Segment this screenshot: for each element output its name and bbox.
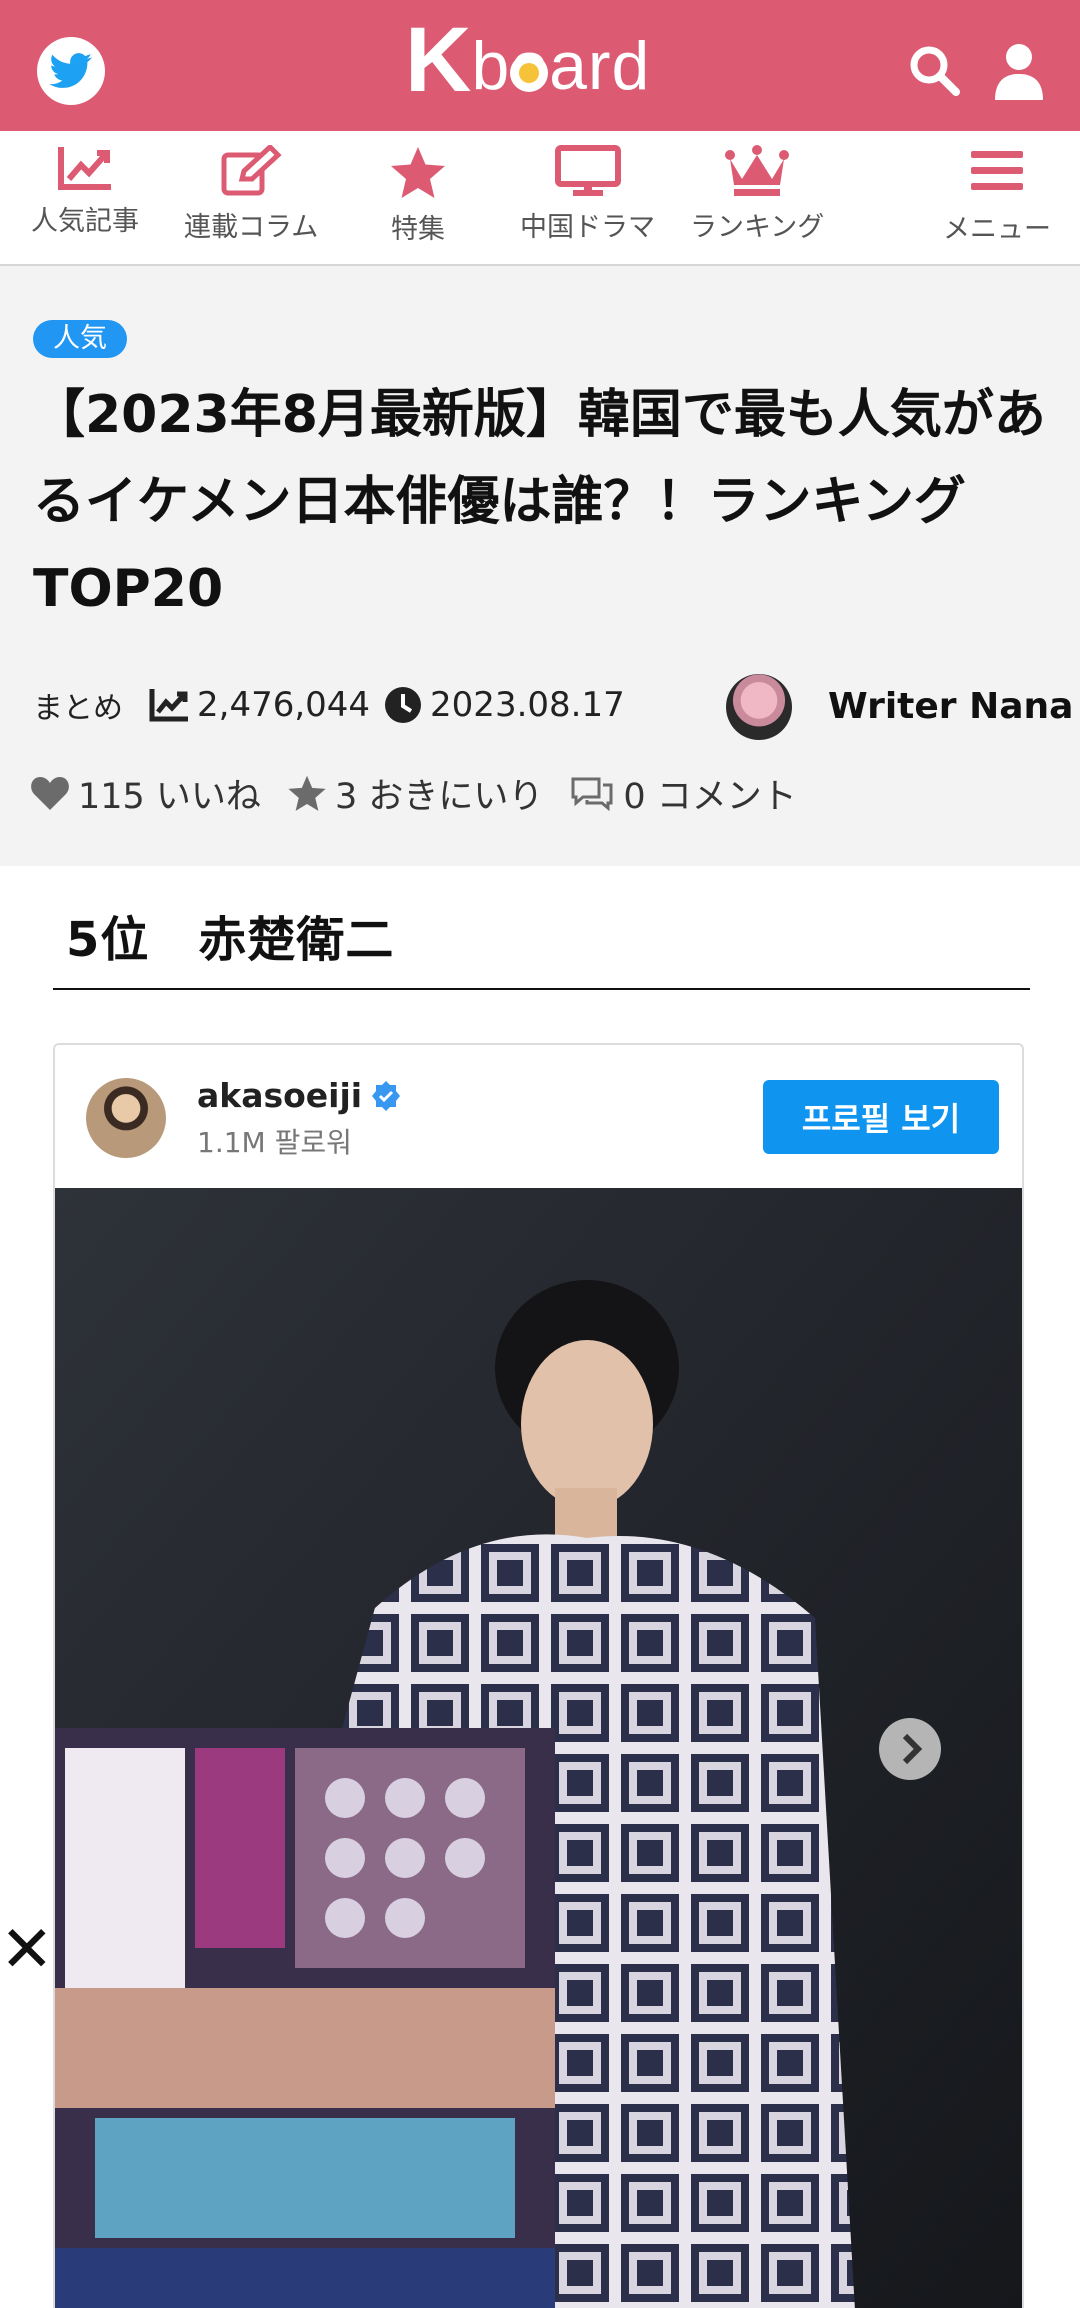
instagram-embed[interactable]: akasoeiji 1.1M 팔로워 프로필 보기 (53, 1043, 1024, 2308)
hamburger-menu-icon (971, 151, 1023, 190)
writer-name[interactable]: Writer Nana (828, 686, 1073, 727)
heading-divider (53, 988, 1030, 990)
view-count: 2,476,044 (197, 685, 371, 725)
site-header: K board (0, 0, 1080, 131)
ig-username[interactable]: akasoeiji (197, 1076, 362, 1115)
nav-item-ranking[interactable]: ランキング (690, 145, 824, 244)
search-icon[interactable] (906, 42, 962, 102)
trending-chart-icon (149, 689, 188, 722)
nav-item-features[interactable]: 特集 (389, 145, 447, 246)
close-icon[interactable]: ✕ (0, 1918, 54, 1982)
nav-item-columns[interactable]: 連載コラム (184, 145, 318, 244)
like-count: 115 いいね (78, 776, 261, 817)
article-category: まとめ (33, 691, 123, 726)
nav-label: 人気記事 (31, 206, 139, 237)
category-tag[interactable]: 人気 (33, 320, 127, 358)
nav-label: メニュー (943, 214, 1051, 245)
publish-date: 2023.08.17 (430, 685, 625, 725)
comment-button[interactable]: 0 コメント (569, 768, 797, 819)
carousel-next-button[interactable] (878, 1717, 942, 1785)
trending-chart-icon (58, 147, 111, 190)
follower-count: 1.1M 팔로워 (197, 1126, 352, 1159)
nav-label: 中国ドラマ (520, 212, 655, 243)
heart-icon (31, 777, 69, 810)
article-title: 【2023年8月最新版】韓国で最も人気があるイケメン日本俳優は誰？！ランキングT… (33, 385, 1046, 619)
star-icon (391, 147, 445, 198)
twitter-icon[interactable] (37, 37, 105, 105)
nav-label: 連載コラム (184, 212, 319, 243)
nav-label: 特集 (391, 214, 445, 245)
article-header: 人気 【2023年8月最新版】韓国で最も人気があるイケメン日本俳優は誰？！ランキ… (0, 266, 1080, 866)
favorite-count: 3 おきにいり (334, 776, 544, 817)
main-nav: 人気記事 連載コラム 特集 中国ドラマ ランキング メニュー (0, 131, 1080, 266)
favorite-button[interactable]: 3 おきにいり (287, 768, 543, 819)
ig-handle[interactable]: akasoeiji (197, 1076, 402, 1115)
article-stats: 115 いいね 3 おきにいり 0 コメント (30, 768, 823, 818)
comments-icon (571, 777, 613, 811)
like-button[interactable]: 115 いいね (30, 768, 261, 819)
user-icon[interactable] (992, 42, 1046, 104)
nav-item-popular[interactable]: 人気記事 (31, 145, 139, 238)
writer-avatar[interactable] (726, 674, 792, 740)
article-meta: まとめ 2,476,044 2023.08.17 (33, 680, 625, 730)
logo-wordmark: board (471, 28, 651, 104)
chevron-right-icon (879, 1718, 941, 1780)
nav-item-chinese-drama[interactable]: 中国ドラマ (520, 145, 655, 244)
star-icon (288, 775, 326, 811)
crown-icon (725, 145, 790, 196)
nav-item-menu[interactable]: メニュー (943, 145, 1051, 246)
clock-icon (385, 687, 422, 723)
verified-badge-icon (372, 1080, 401, 1111)
edit-icon (221, 145, 282, 196)
kboard-logo[interactable]: K board (405, 14, 650, 106)
view-profile-button[interactable]: 프로필 보기 (763, 1080, 999, 1154)
comment-count: 0 コメント (623, 776, 797, 817)
rank-heading: 5位 赤楚衛二 (66, 912, 395, 968)
profile-avatar[interactable] (86, 1078, 166, 1158)
nav-label: ランキング (690, 212, 825, 243)
monitor-icon (554, 145, 621, 196)
